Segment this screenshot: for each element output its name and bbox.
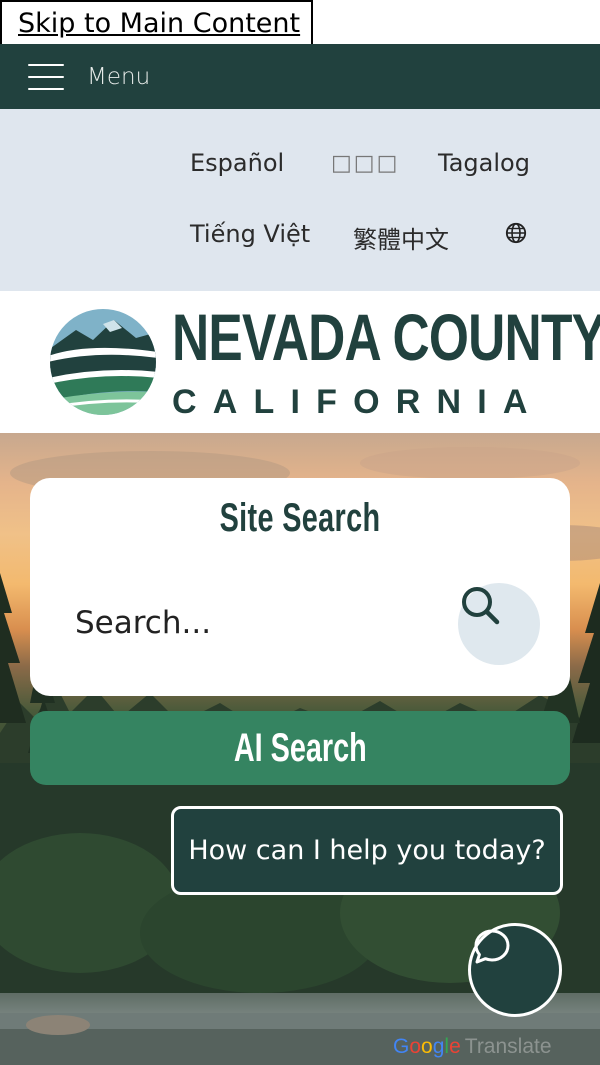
top-nav-bar: Menu [0,44,600,109]
chat-prompt-text: How can I help you today? [188,835,546,866]
search-input[interactable] [75,598,435,648]
ai-search-button[interactable]: AI Search [30,711,570,785]
chat-prompt-bubble[interactable]: How can I help you today? [171,806,563,895]
search-button[interactable] [458,583,540,665]
language-link-chinese-traditional[interactable]: 繁體中文 [353,220,449,255]
site-search-title: Site Search [219,496,381,540]
language-link-vietnamese[interactable]: Tiếng Việt [190,220,310,248]
hamburger-icon[interactable] [28,63,64,90]
language-link-unrendered[interactable]: □□□ [331,151,399,176]
menu-button-label[interactable]: Menu [87,64,150,90]
site-search-card: Site Search [30,478,570,696]
chat-bubble-icon [474,929,510,964]
language-link-espanol[interactable]: Español [190,149,284,177]
chat-button[interactable] [468,923,562,1017]
logo-title: NEVADA COUNTY [172,300,600,374]
language-bar: Español □□□ Tagalog Tiếng Việt 繁體中文 [0,109,600,291]
language-link-tagalog[interactable]: Tagalog [438,149,530,177]
nevada-county-emblem-icon [50,309,156,415]
google-translate-widget[interactable]: Google Translate [393,1035,552,1059]
hero-section: Site Search AI Search How can I help you… [0,433,600,1065]
skip-to-main-content-link[interactable]: Skip to Main Content [0,0,313,44]
search-icon [462,587,500,625]
site-logo[interactable]: NEVADA COUNTY CALIFORNIA [0,291,600,433]
globe-icon[interactable] [505,222,527,244]
logo-subtitle: CALIFORNIA [172,383,544,421]
ai-search-label: AI Search [233,725,367,770]
